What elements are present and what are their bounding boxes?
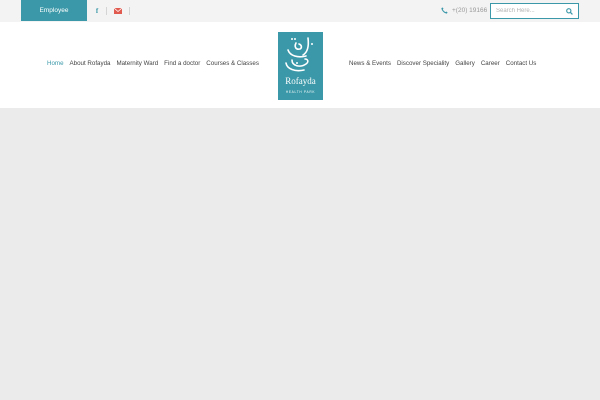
nav-about-rofayda[interactable]: About Rofayda [70, 60, 111, 70]
site-logo[interactable]: Rofayda HEALTH PARK [278, 32, 323, 100]
logo-tagline: HEALTH PARK [285, 90, 316, 94]
logo-name: Rofayda [285, 76, 316, 86]
nav-news-events[interactable]: News & Events [349, 60, 391, 70]
nav-discover-speciality[interactable]: Discover Speciality [397, 60, 449, 70]
nav-maternity-ward[interactable]: Maternity Ward [116, 60, 158, 70]
mail-icon[interactable] [114, 6, 122, 15]
facebook-icon[interactable]: f [94, 6, 100, 15]
nav-gallery[interactable]: Gallery [455, 60, 475, 70]
nav-career[interactable]: Career [481, 60, 500, 70]
divider [106, 7, 107, 15]
logo-mark [285, 37, 313, 72]
search-input[interactable] [496, 6, 564, 16]
phone-icon [441, 7, 448, 14]
search-box [490, 3, 579, 19]
employee-button[interactable]: Employee [21, 0, 87, 21]
top-bar: Employee f +(20) 19166 [0, 0, 600, 22]
site-header: Home About Rofayda Maternity Ward Find a… [0, 22, 600, 108]
phone-contact: +(20) 19166 [441, 6, 487, 15]
search-icon[interactable] [566, 8, 573, 15]
nav-courses-classes[interactable]: Courses & Classes [206, 60, 259, 70]
phone-number: +(20) 19166 [452, 7, 488, 14]
main-nav-right: News & Events Discover Speciality Galler… [349, 60, 536, 70]
nav-find-a-doctor[interactable]: Find a doctor [164, 60, 200, 70]
nav-home[interactable]: Home [47, 60, 64, 70]
divider [129, 7, 130, 15]
nav-contact-us[interactable]: Contact Us [506, 60, 537, 70]
main-content-area [0, 108, 600, 400]
main-nav-left: Home About Rofayda Maternity Ward Find a… [47, 60, 259, 70]
